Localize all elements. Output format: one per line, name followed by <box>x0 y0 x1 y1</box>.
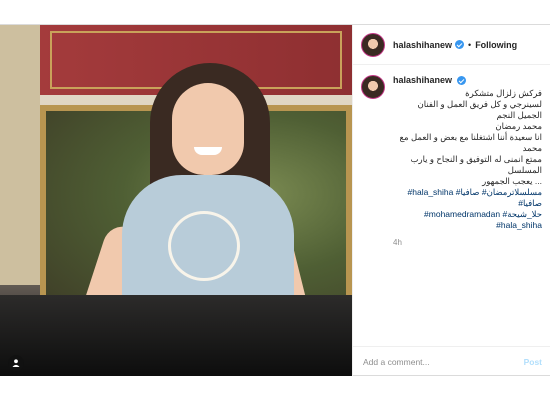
post-timestamp[interactable]: 4h <box>393 237 542 248</box>
caption-line: ممتع انمنى له التوفيق و النجاح و يارب ال… <box>410 154 542 175</box>
caption: halashihanew فركش زلزال متشكرة لسينرجي و… <box>353 65 550 248</box>
caption-avatar[interactable] <box>361 75 385 99</box>
verified-badge-icon <box>457 76 467 86</box>
post-dialog: halashihanew • Following halashihanew فر… <box>0 24 550 376</box>
piano <box>0 295 352 376</box>
hashtag-line[interactable]: مسلسلاترمضان# صافيا# hala_shiha# صافيا# <box>393 187 542 209</box>
hashtag-line[interactable]: حلا_شيحة# mohamedramadan# <box>393 209 542 220</box>
person-tag-icon[interactable] <box>8 355 24 371</box>
caption-username-link[interactable]: halashihanew <box>393 75 452 85</box>
caption-line: محمد رمضان <box>495 121 542 131</box>
figure-face <box>172 83 244 175</box>
separator-dot: • <box>468 39 472 50</box>
caption-line: فركش زلزال متشكرة <box>465 88 542 98</box>
post-sidebar: halashihanew • Following halashihanew فر… <box>352 25 550 376</box>
dress-bow <box>168 211 240 281</box>
caption-body: halashihanew فركش زلزال متشكرة لسينرجي و… <box>393 75 542 248</box>
comment-input[interactable] <box>361 355 524 368</box>
following-button[interactable]: Following <box>475 40 517 50</box>
caption-line: ... يعجب الجمهور <box>482 176 542 186</box>
post-header: halashihanew • Following <box>353 25 550 65</box>
post-image[interactable] <box>0 25 352 376</box>
caption-line: انا سعيدة أننا اشتغلنا مع بعض و العمل مع… <box>399 132 542 153</box>
caption-text: فركش زلزال متشكرة لسينرجي و كل فريق العم… <box>393 88 542 231</box>
wall <box>0 25 40 285</box>
verified-badge-icon <box>455 40 465 49</box>
hashtag-line[interactable]: hala_shiha# <box>393 220 542 231</box>
username-link[interactable]: halashihanew <box>393 40 452 50</box>
figure-smile <box>194 147 222 155</box>
post-comment-button[interactable]: Post <box>524 357 542 367</box>
avatar[interactable] <box>361 32 385 57</box>
caption-line: لسينرجي و كل فريق العمل و الفنان الجميل … <box>417 99 542 120</box>
comment-form: Post <box>353 346 550 376</box>
